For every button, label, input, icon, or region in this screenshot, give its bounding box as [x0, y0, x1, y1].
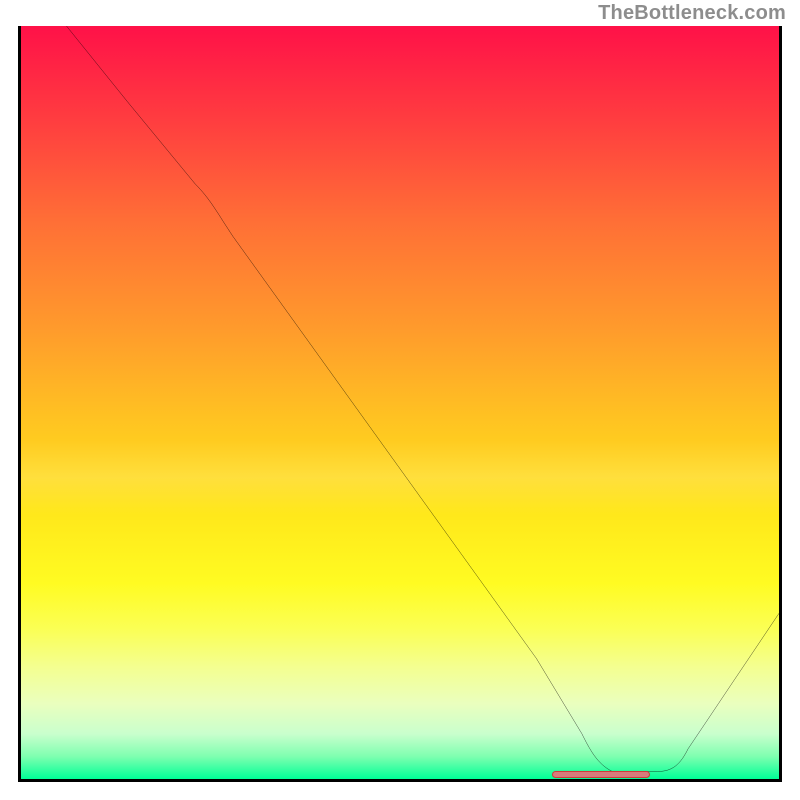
- optimal-marker: [552, 771, 651, 778]
- curve-path: [66, 26, 779, 771]
- attribution-text: TheBottleneck.com: [598, 2, 786, 25]
- chart-area: [18, 26, 782, 782]
- curve-line: [21, 26, 779, 779]
